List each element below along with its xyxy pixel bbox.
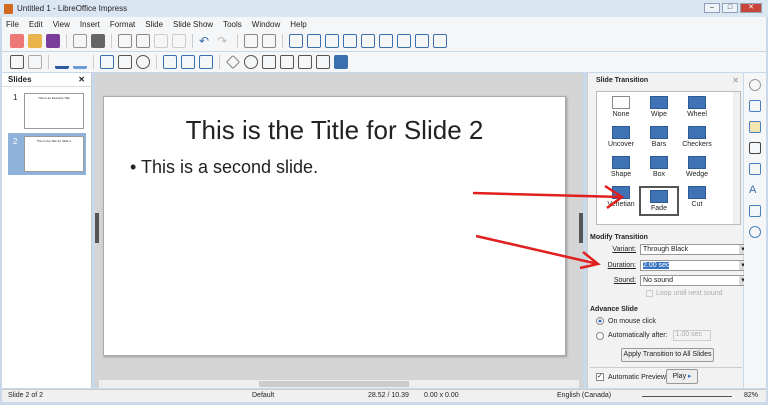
arrow-to-duration bbox=[475, 234, 601, 270]
red-annotation-arrows bbox=[472, 184, 625, 270]
arrow-to-fade bbox=[472, 184, 625, 210]
